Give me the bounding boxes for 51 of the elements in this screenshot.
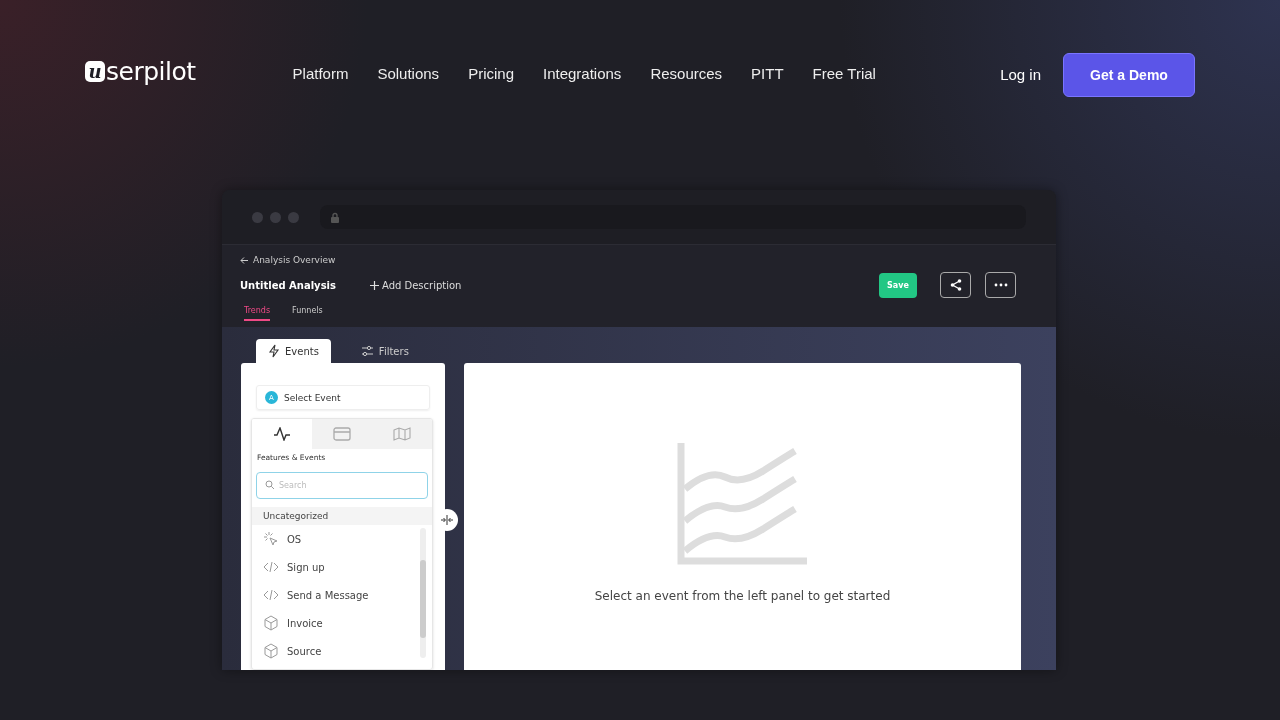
share-icon xyxy=(948,278,963,292)
more-button[interactable] xyxy=(985,272,1016,298)
window-dot xyxy=(288,211,299,223)
code-icon xyxy=(263,587,279,603)
logo-mark[interactable]: u xyxy=(85,61,105,82)
sliders-icon xyxy=(360,345,374,357)
nav-link[interactable]: Solutions xyxy=(377,65,440,82)
search-field[interactable]: Search xyxy=(256,472,428,499)
event-item[interactable]: OS xyxy=(252,525,420,553)
event-item[interactable]: Send a Message xyxy=(252,581,420,609)
click-icon xyxy=(263,531,279,547)
scrollbar[interactable] xyxy=(420,528,426,658)
empty-chart-icon xyxy=(676,443,809,565)
plus-icon[interactable] xyxy=(369,280,379,290)
login-link[interactable]: Log in xyxy=(1000,66,1041,83)
demo-button[interactable]: Get a Demo xyxy=(1063,53,1195,97)
cube-icon xyxy=(263,615,279,631)
window-dot xyxy=(252,211,263,223)
cube-icon xyxy=(263,643,279,659)
pulse-icon xyxy=(273,427,291,441)
browser-window-icon xyxy=(333,427,351,441)
nav-link[interactable]: Resources xyxy=(650,65,723,82)
analysis-tab[interactable]: Funnels xyxy=(292,306,323,321)
add-description-link[interactable]: Add Description xyxy=(381,279,462,291)
event-item[interactable]: Sign up xyxy=(252,553,420,581)
empty-state-message: Select an event from the left panel to get started xyxy=(594,589,891,603)
event-item[interactable]: Source xyxy=(252,637,420,665)
category-tab[interactable] xyxy=(252,419,312,449)
more-icon xyxy=(993,283,1008,287)
back-arrow-icon[interactable] xyxy=(240,256,248,264)
group-heading: Uncategorized xyxy=(252,507,432,525)
nav-link[interactable]: Integrations xyxy=(543,65,622,82)
lightning-icon xyxy=(268,344,280,358)
panel-tab[interactable]: Events xyxy=(256,339,331,363)
logo-text[interactable]: serpilot xyxy=(106,57,196,86)
map-icon xyxy=(393,427,411,441)
nav-link[interactable]: Platform xyxy=(292,65,349,82)
lock-icon xyxy=(330,211,340,223)
share-button[interactable] xyxy=(940,272,971,298)
nav-link[interactable]: Pricing xyxy=(468,65,514,82)
window-dot xyxy=(270,211,281,223)
back-link[interactable]: Analysis Overview xyxy=(253,255,336,265)
code-icon xyxy=(263,559,279,575)
nav-link[interactable]: PITT xyxy=(751,65,784,82)
panel-tab[interactable]: Filters xyxy=(348,339,421,363)
search-icon xyxy=(265,480,275,490)
event-item[interactable]: Invoice xyxy=(252,609,420,637)
analysis-tab[interactable]: Trends xyxy=(244,306,271,321)
scroll-thumb[interactable] xyxy=(420,560,426,638)
nav-link[interactable]: Free Trial xyxy=(812,65,876,82)
analysis-title: Untitled Analysis xyxy=(240,279,336,291)
